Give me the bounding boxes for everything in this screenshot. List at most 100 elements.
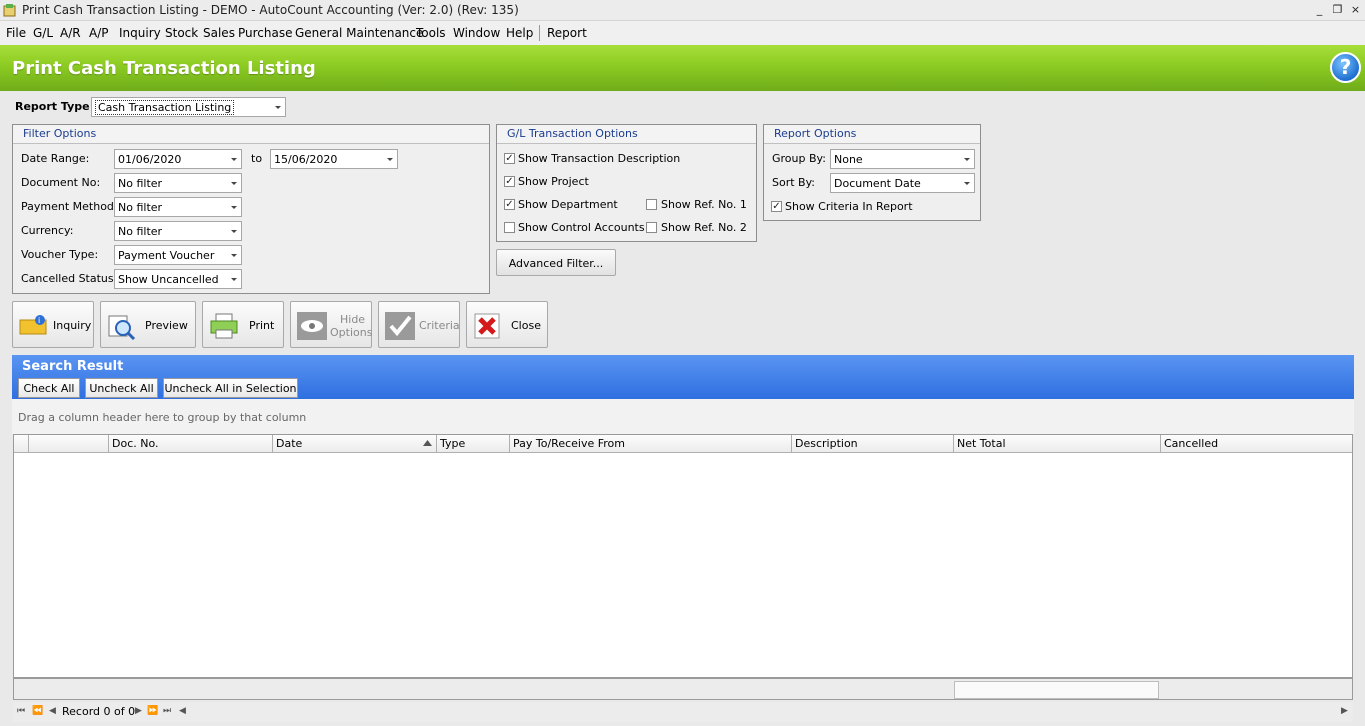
to-label: to — [251, 152, 263, 165]
column-header-type[interactable]: Type — [437, 435, 510, 453]
column-header-net-total[interactable]: Net Total — [954, 435, 1161, 453]
magnifier-icon — [107, 312, 137, 341]
column-header-pay-to[interactable]: Pay To/Receive From — [510, 435, 792, 453]
net-total-summary — [954, 681, 1159, 699]
sort-by-select[interactable]: Document Date — [830, 173, 975, 193]
currency-select[interactable]: No filter — [114, 221, 242, 241]
show-project-checkbox[interactable]: ✓ — [504, 176, 515, 187]
report-type-value: Cash Transaction Listing — [95, 100, 235, 115]
document-no-label: Document No: — [21, 176, 101, 189]
close-window-button[interactable]: × — [1348, 3, 1363, 17]
payment-method-select[interactable]: No filter — [114, 197, 242, 217]
criteria-button[interactable]: Criteria — [378, 301, 460, 348]
menu-ar[interactable]: A/R — [60, 26, 81, 40]
close-button[interactable]: Close — [466, 301, 548, 348]
group-by-value: None — [834, 153, 863, 166]
menu-file[interactable]: File — [6, 26, 26, 40]
check-all-button[interactable]: Check All — [18, 378, 80, 398]
chevron-down-icon — [964, 182, 970, 185]
menu-separator — [539, 25, 540, 41]
cancelled-status-label: Cancelled Status: — [21, 272, 118, 285]
previous-page-icon[interactable]: ⏪ — [32, 706, 43, 716]
scroll-left-icon[interactable]: ◀ — [179, 706, 186, 716]
show-ref-no-1-label: Show Ref. No. 1 — [661, 198, 747, 211]
group-by-hint: Drag a column header here to group by th… — [18, 411, 307, 424]
grid-check-column[interactable] — [29, 435, 109, 453]
group-by-area[interactable]: Drag a column header here to group by th… — [12, 399, 1354, 434]
eye-icon — [297, 312, 327, 340]
show-department-label: Show Department — [518, 198, 618, 211]
help-icon[interactable]: ? — [1330, 52, 1361, 83]
grid-footer — [13, 678, 1353, 700]
uncheck-all-in-selection-button[interactable]: Uncheck All in Selection — [163, 378, 298, 398]
last-page-icon[interactable]: ⏭ — [163, 706, 171, 716]
column-header-doc-no[interactable]: Doc. No. — [109, 435, 273, 453]
date-from-field[interactable]: 01/06/2020 — [114, 149, 242, 169]
first-page-icon[interactable]: ⏮ — [17, 706, 25, 716]
show-ref-no-2-checkbox[interactable] — [646, 222, 657, 233]
cancelled-status-select[interactable]: Show Uncancelled — [114, 269, 242, 289]
menu-report[interactable]: Report — [547, 26, 587, 40]
advanced-filter-button[interactable]: Advanced Filter... — [496, 249, 616, 276]
show-ref-no-2-label: Show Ref. No. 2 — [661, 221, 747, 234]
hide-options-button[interactable]: Hide Options — [290, 301, 372, 348]
menu-sales[interactable]: Sales — [203, 26, 235, 40]
uncheck-all-button[interactable]: Uncheck All — [85, 378, 158, 398]
preview-button[interactable]: Preview — [100, 301, 196, 348]
report-type-select[interactable]: Cash Transaction Listing — [91, 97, 286, 117]
show-criteria-label: Show Criteria In Report — [785, 200, 913, 213]
show-criteria-checkbox[interactable]: ✓ — [771, 201, 782, 212]
next-page-icon[interactable]: ⏩ — [147, 706, 158, 716]
menu-tools[interactable]: Tools — [416, 26, 446, 40]
menu-inquiry[interactable]: Inquiry — [119, 26, 161, 40]
inquiry-label: Inquiry — [53, 319, 92, 332]
date-to-field[interactable]: 15/06/2020 — [270, 149, 398, 169]
menu-purchase[interactable]: Purchase — [238, 26, 293, 40]
menu-general-maintenance[interactable]: General Maintenance — [295, 26, 423, 40]
show-department-checkbox[interactable]: ✓ — [504, 199, 515, 210]
menu-window[interactable]: Window — [453, 26, 500, 40]
column-header-date[interactable]: Date — [273, 435, 437, 453]
minimize-button[interactable]: _ — [1312, 3, 1327, 17]
svg-text:i: i — [38, 316, 40, 325]
previous-record-icon[interactable]: ◀ — [49, 706, 56, 716]
menu-gl[interactable]: G/L — [33, 26, 53, 40]
record-navigator: ⏮ ⏪ ◀ Record 0 of 0 ▶ ⏩ ⏭ ◀ ▶ — [13, 702, 1353, 722]
scroll-right-icon[interactable]: ▶ — [1341, 706, 1348, 716]
grid-indicator-column — [14, 435, 29, 453]
document-no-value: No filter — [118, 177, 163, 190]
search-result-title: Search Result — [22, 359, 124, 374]
menu-ap[interactable]: A/P — [89, 26, 109, 40]
menu-help[interactable]: Help — [506, 26, 533, 40]
column-header-description[interactable]: Description — [792, 435, 954, 453]
voucher-type-value: Payment Voucher — [118, 249, 215, 262]
results-grid[interactable]: Doc. No. Date Type Pay To/Receive From D… — [13, 434, 1353, 678]
show-project-label: Show Project — [518, 175, 589, 188]
column-header-cancelled[interactable]: Cancelled — [1161, 435, 1352, 453]
next-record-icon[interactable]: ▶ — [135, 706, 142, 716]
preview-label: Preview — [145, 319, 188, 332]
show-ref-no-1-checkbox[interactable] — [646, 199, 657, 210]
chevron-down-icon — [964, 158, 970, 161]
chevron-down-icon — [231, 230, 237, 233]
cancelled-status-value: Show Uncancelled — [118, 273, 219, 286]
sort-ascending-icon — [423, 440, 432, 446]
report-type-label: Report Type — [15, 100, 90, 113]
inquiry-button[interactable]: i Inquiry — [12, 301, 94, 348]
date-to-value: 15/06/2020 — [274, 153, 338, 166]
chevron-down-icon — [231, 206, 237, 209]
currency-value: No filter — [118, 225, 163, 238]
menu-stock[interactable]: Stock — [165, 26, 198, 40]
print-label: Print — [249, 319, 275, 332]
chevron-down-icon — [231, 254, 237, 257]
print-button[interactable]: Print — [202, 301, 284, 348]
hide-options-label-2: Options — [330, 326, 373, 339]
chevron-down-icon — [387, 158, 393, 161]
group-by-select[interactable]: None — [830, 149, 975, 169]
show-control-accounts-checkbox[interactable] — [504, 222, 515, 233]
voucher-type-select[interactable]: Payment Voucher — [114, 245, 242, 265]
currency-label: Currency: — [21, 224, 74, 237]
document-no-select[interactable]: No filter — [114, 173, 242, 193]
show-transaction-description-checkbox[interactable]: ✓ — [504, 153, 515, 164]
restore-button[interactable]: ❐ — [1330, 3, 1345, 17]
